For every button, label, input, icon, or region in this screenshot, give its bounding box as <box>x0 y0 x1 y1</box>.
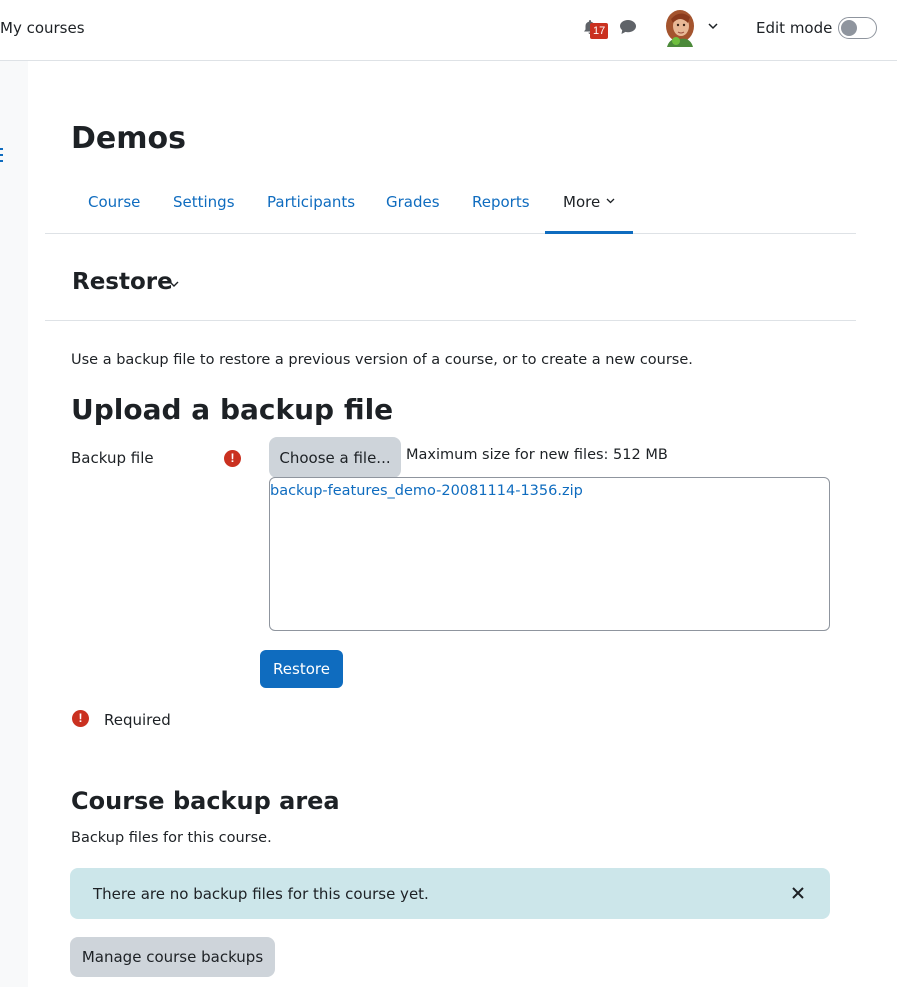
required-label: Required <box>104 711 171 729</box>
notification-count-badge: 17 <box>590 23 609 39</box>
chat-icon[interactable] <box>619 19 637 35</box>
close-icon[interactable] <box>791 886 805 900</box>
chevron-down-icon[interactable] <box>707 22 719 30</box>
drawer-toggle-icon[interactable] <box>0 148 3 162</box>
file-drop-area[interactable]: backup-features_demo-20081114-1356.zip <box>269 477 830 631</box>
tab-grades[interactable]: Grades <box>386 193 440 211</box>
avatar[interactable] <box>662 9 698 47</box>
course-backup-area-heading: Course backup area <box>71 787 340 815</box>
edit-mode-label: Edit mode <box>756 19 833 37</box>
chevron-down-icon <box>606 198 615 204</box>
chevron-down-icon[interactable] <box>169 281 179 287</box>
active-tab-indicator <box>545 231 633 234</box>
tab-reports[interactable]: Reports <box>472 193 530 211</box>
tab-settings[interactable]: Settings <box>173 193 235 211</box>
course-backup-area-subtitle: Backup files for this course. <box>71 830 272 846</box>
manage-course-backups-button[interactable]: Manage course backups <box>70 937 275 977</box>
course-index-drawer <box>0 61 28 987</box>
nav-my-courses[interactable]: My courses <box>0 19 85 37</box>
restore-intro: Use a backup file to restore a previous … <box>71 352 693 368</box>
exclamation-circle-icon: ! <box>224 450 241 467</box>
exclamation-circle-icon: ! <box>72 710 89 727</box>
page-title: Demos <box>71 121 186 156</box>
alert-message: There are no backup files for this cours… <box>93 885 429 903</box>
no-backups-alert: There are no backup files for this cours… <box>70 868 830 919</box>
toggle-knob <box>841 20 857 36</box>
section-divider <box>45 320 856 321</box>
restore-dropdown-heading[interactable]: Restore <box>72 269 173 295</box>
tab-course[interactable]: Course <box>88 193 140 211</box>
secondary-navigation: Course Settings Participants Grades Repo… <box>45 172 856 234</box>
tab-more[interactable]: More <box>563 193 600 211</box>
max-size-text: Maximum size for new files: 512 MB <box>406 447 668 463</box>
choose-file-button[interactable]: Choose a file... <box>269 437 401 478</box>
top-navbar: My courses 17 Edit mode <box>0 0 897 61</box>
backup-file-label: Backup file <box>71 449 154 467</box>
edit-mode-toggle[interactable] <box>838 17 877 39</box>
tab-participants[interactable]: Participants <box>267 193 355 211</box>
selected-file-link[interactable]: backup-features_demo-20081114-1356.zip <box>270 483 583 499</box>
upload-heading: Upload a backup file <box>71 393 394 426</box>
restore-button[interactable]: Restore <box>260 650 343 688</box>
